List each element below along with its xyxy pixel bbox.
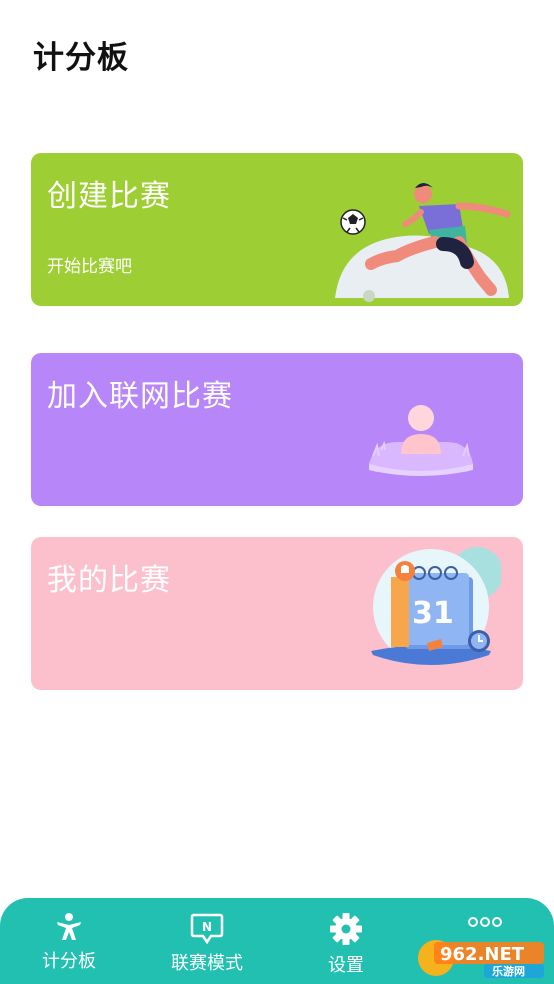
page-title: 计分板 [33, 40, 129, 76]
calendar-day: 31 [412, 596, 454, 631]
tab-league-mode[interactable]: N 联赛模式 [152, 898, 262, 984]
watermark-brand: 962.NET [440, 944, 525, 965]
calendar-icon: 31 [371, 547, 501, 665]
tab-scoreboard-label: 计分板 [42, 951, 96, 972]
athlete-icon [57, 913, 81, 940]
tab-scoreboard[interactable]: 计分板 [14, 898, 124, 984]
create-match-card[interactable]: 创建比赛 开始比赛吧 [31, 153, 523, 306]
person-avatar-icon [369, 405, 473, 476]
join-online-match-card[interactable]: 加入联网比赛 [31, 353, 523, 506]
n-badge-icon: N [190, 913, 224, 944]
tab-settings-label: 设置 [328, 955, 364, 976]
join-online-match-title: 加入联网比赛 [47, 379, 233, 414]
soccer-player-icon [335, 183, 511, 302]
tab-settings[interactable]: 设置 [291, 898, 401, 984]
my-matches-title: 我的比赛 [47, 563, 171, 598]
site-watermark-logo: 962.NET 乐游网 [418, 940, 544, 978]
more-dots-icon [468, 917, 502, 927]
tab-league-mode-label: 联赛模式 [171, 953, 243, 974]
create-match-title: 创建比赛 [47, 179, 171, 214]
watermark-site: 乐游网 [492, 964, 525, 978]
my-matches-card[interactable]: 我的比赛 31 [31, 537, 523, 690]
create-match-subtitle: 开始比赛吧 [47, 257, 132, 277]
svg-text:N: N [202, 920, 212, 934]
gear-icon [330, 913, 362, 945]
